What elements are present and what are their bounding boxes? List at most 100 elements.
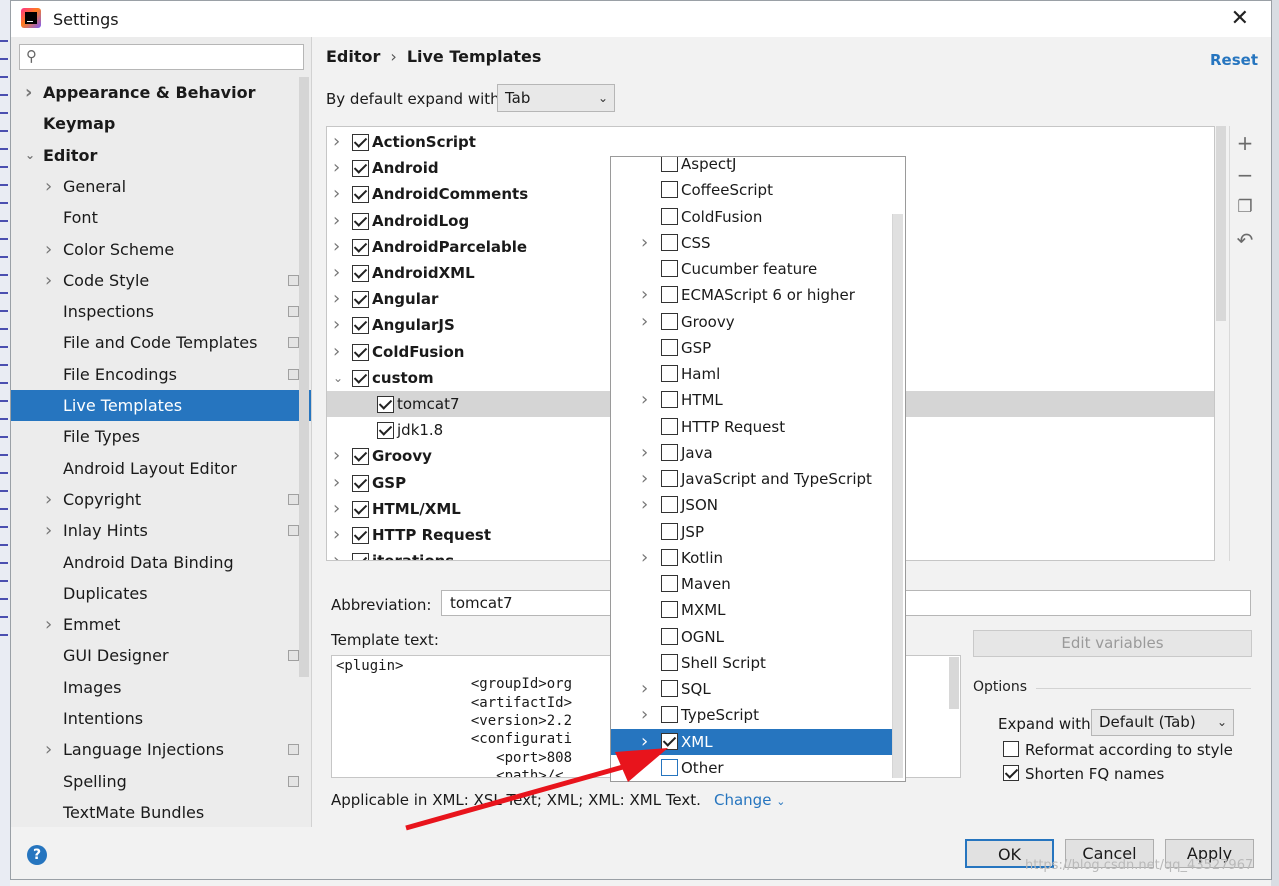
chevron-right-icon[interactable]: › bbox=[333, 234, 340, 260]
context-item-http-request[interactable]: HTTP Request bbox=[611, 414, 893, 440]
context-item-mxml[interactable]: MXML bbox=[611, 597, 893, 623]
template-text-scrollbar[interactable] bbox=[949, 657, 959, 709]
chevron-right-icon[interactable]: › bbox=[25, 77, 32, 108]
sidebar-item-font[interactable]: Font bbox=[11, 202, 311, 233]
chevron-right-icon[interactable]: › bbox=[45, 734, 52, 765]
template-checkbox[interactable] bbox=[377, 396, 394, 413]
chevron-right-icon[interactable]: › bbox=[333, 470, 340, 496]
chevron-right-icon[interactable]: › bbox=[641, 309, 648, 335]
chevron-right-icon[interactable]: › bbox=[333, 208, 340, 234]
sidebar-item-live-templates[interactable]: Live Templates bbox=[11, 390, 311, 421]
template-checkbox[interactable] bbox=[352, 448, 369, 466]
sidebar-scrollbar[interactable] bbox=[299, 77, 309, 677]
context-item-aspectj[interactable]: AspectJ bbox=[611, 157, 893, 177]
chevron-right-icon[interactable]: › bbox=[333, 286, 340, 312]
context-checkbox[interactable] bbox=[661, 470, 678, 487]
chevron-down-icon[interactable]: ⌄ bbox=[333, 365, 343, 391]
sidebar-item-android-data-binding[interactable]: Android Data Binding bbox=[11, 547, 311, 578]
sidebar-item-emmet[interactable]: › Emmet bbox=[11, 609, 311, 640]
template-checkbox[interactable] bbox=[352, 343, 369, 361]
context-checkbox[interactable] bbox=[661, 548, 678, 566]
context-checkbox[interactable] bbox=[661, 627, 678, 645]
sidebar-item-images[interactable]: Images bbox=[11, 672, 311, 703]
context-item-coldfusion[interactable]: ColdFusion bbox=[611, 204, 893, 230]
chevron-right-icon[interactable]: › bbox=[45, 265, 52, 296]
context-item-ognl[interactable]: OGNL bbox=[611, 624, 893, 650]
sidebar-item-copyright[interactable]: › Copyright bbox=[11, 484, 311, 515]
reset-link[interactable]: Reset bbox=[1210, 51, 1258, 69]
template-checkbox[interactable] bbox=[352, 369, 369, 387]
sidebar-item-keymap[interactable]: Keymap bbox=[11, 108, 311, 139]
context-item-java[interactable]: › Java bbox=[611, 440, 893, 466]
context-item-html[interactable]: › HTML bbox=[611, 387, 893, 413]
chevron-right-icon[interactable]: › bbox=[333, 339, 340, 365]
chevron-right-icon[interactable]: › bbox=[333, 155, 340, 181]
chevron-right-icon[interactable]: › bbox=[641, 230, 648, 256]
template-group-actionscript[interactable]: › ActionScript bbox=[327, 129, 1214, 155]
template-checkbox[interactable] bbox=[352, 527, 369, 544]
chevron-right-icon[interactable]: › bbox=[333, 443, 340, 469]
context-checkbox[interactable] bbox=[661, 601, 678, 619]
context-item-groovy[interactable]: › Groovy bbox=[611, 309, 893, 335]
remove-icon[interactable]: − bbox=[1234, 164, 1256, 186]
chevron-right-icon[interactable]: › bbox=[45, 171, 52, 202]
chevron-right-icon[interactable]: › bbox=[333, 548, 340, 560]
sidebar-item-duplicates[interactable]: Duplicates bbox=[11, 578, 311, 609]
copy-icon[interactable]: ❐ bbox=[1234, 196, 1256, 218]
context-item-sql[interactable]: › SQL bbox=[611, 676, 893, 702]
chevron-right-icon[interactable]: › bbox=[641, 466, 648, 492]
chevron-right-icon[interactable]: › bbox=[333, 312, 340, 338]
chevron-right-icon[interactable]: › bbox=[641, 282, 648, 308]
chevron-right-icon[interactable]: › bbox=[45, 609, 52, 640]
context-item-xml[interactable]: › XML bbox=[611, 728, 893, 755]
context-item-css[interactable]: › CSS bbox=[611, 230, 893, 256]
chevron-right-icon[interactable]: › bbox=[641, 676, 648, 702]
chevron-down-icon[interactable]: ⌄ bbox=[25, 140, 35, 171]
template-checkbox[interactable] bbox=[352, 186, 369, 204]
context-item-kotlin[interactable]: › Kotlin bbox=[611, 545, 893, 571]
context-item-haml[interactable]: Haml bbox=[611, 361, 893, 387]
template-checkbox[interactable] bbox=[352, 265, 369, 282]
expand-with-select[interactable]: Tab ⌄ bbox=[497, 84, 615, 112]
sidebar-item-general[interactable]: › General bbox=[11, 171, 311, 202]
help-button[interactable]: ? bbox=[27, 845, 47, 865]
templates-scrollbar[interactable] bbox=[1216, 126, 1226, 321]
context-item-cucumber-feature[interactable]: Cucumber feature bbox=[611, 256, 893, 282]
edit-variables-button[interactable]: Edit variables bbox=[973, 630, 1252, 657]
search-input[interactable]: ⚲ bbox=[19, 44, 304, 70]
sidebar-item-file-encodings[interactable]: File Encodings bbox=[11, 359, 311, 390]
template-checkbox[interactable] bbox=[352, 134, 369, 151]
context-checkbox[interactable] bbox=[661, 365, 678, 382]
context-checkbox[interactable] bbox=[661, 338, 678, 356]
context-item-maven[interactable]: Maven bbox=[611, 571, 893, 597]
chevron-right-icon[interactable]: › bbox=[45, 484, 52, 515]
context-checkbox[interactable] bbox=[661, 286, 678, 304]
chevron-right-icon[interactable]: › bbox=[333, 260, 340, 286]
chevron-right-icon[interactable]: › bbox=[333, 129, 340, 155]
chevron-right-icon[interactable]: › bbox=[45, 234, 52, 265]
template-checkbox[interactable] bbox=[352, 291, 369, 309]
context-item-gsp[interactable]: GSP bbox=[611, 335, 893, 361]
chevron-right-icon[interactable]: › bbox=[333, 522, 340, 548]
sidebar-item-textmate-bundles[interactable]: TextMate Bundles bbox=[11, 797, 311, 828]
sidebar-item-language-injections[interactable]: › Language Injections bbox=[11, 734, 311, 765]
sidebar-item-appearance-behavior[interactable]: › Appearance & Behavior bbox=[11, 77, 311, 108]
template-checkbox[interactable] bbox=[352, 212, 369, 230]
context-checkbox[interactable] bbox=[661, 260, 678, 277]
sidebar-item-inlay-hints[interactable]: › Inlay Hints bbox=[11, 515, 311, 546]
context-item-jsp[interactable]: JSP bbox=[611, 519, 893, 545]
context-checkbox[interactable] bbox=[661, 233, 678, 251]
chevron-right-icon[interactable]: › bbox=[641, 545, 648, 571]
context-checkbox[interactable] bbox=[661, 496, 678, 514]
sidebar-item-gui-designer[interactable]: GUI Designer bbox=[11, 640, 311, 671]
sidebar-item-color-scheme[interactable]: › Color Scheme bbox=[11, 234, 311, 265]
chevron-right-icon[interactable]: › bbox=[641, 440, 648, 466]
context-checkbox[interactable] bbox=[661, 758, 678, 776]
context-item-json[interactable]: › JSON bbox=[611, 492, 893, 518]
context-checkbox[interactable] bbox=[661, 391, 678, 409]
template-checkbox[interactable] bbox=[352, 500, 369, 518]
context-checkbox[interactable] bbox=[661, 680, 678, 697]
sidebar-item-spelling[interactable]: Spelling bbox=[11, 766, 311, 797]
context-checkbox[interactable] bbox=[661, 706, 678, 724]
context-checkbox[interactable] bbox=[661, 653, 678, 671]
